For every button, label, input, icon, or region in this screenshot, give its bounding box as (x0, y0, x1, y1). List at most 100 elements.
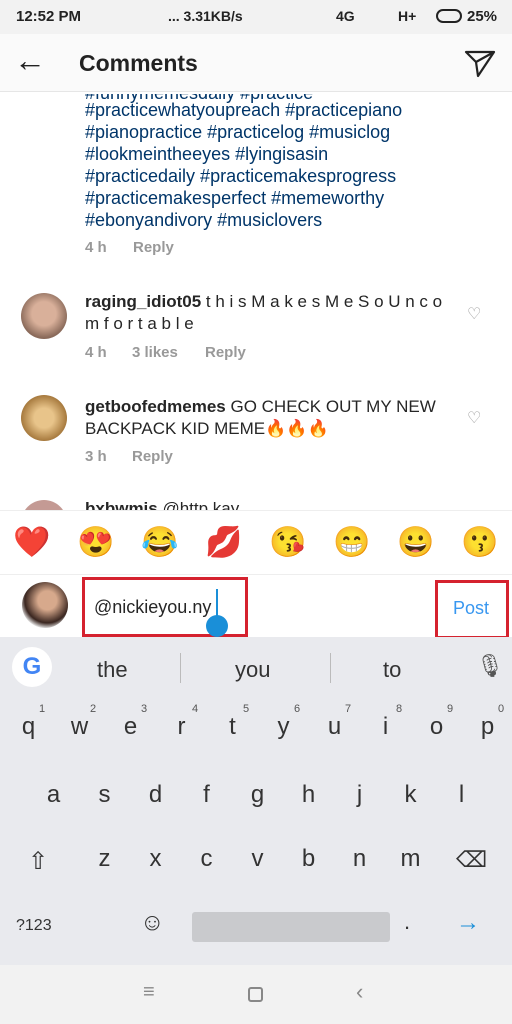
key-hint: 9 (447, 703, 454, 715)
key-t[interactable]: t (207, 713, 258, 741)
key-w[interactable]: w (54, 713, 105, 741)
key-m[interactable]: m (385, 845, 436, 873)
key-l[interactable]: l (436, 781, 487, 809)
comment-text: raging_idiot05 t h i s M a k e s M e S o… (85, 291, 455, 335)
hashtag-line[interactable]: #ebonyandivory #musiclovers (85, 209, 322, 231)
battery-level: 25% (467, 8, 498, 25)
avatar[interactable] (21, 500, 67, 510)
key-a[interactable]: a (28, 781, 79, 809)
period-key[interactable]: . (404, 909, 410, 935)
comment-time: 3 h (85, 448, 107, 465)
backspace-icon[interactable]: ⌫ (456, 847, 487, 873)
key-p[interactable]: p (462, 713, 512, 741)
emoji-heart-eyes[interactable]: 😍 (77, 525, 114, 560)
avatar[interactable] (21, 395, 67, 441)
space-bar[interactable] (192, 912, 390, 942)
page-title: Comments (79, 50, 198, 76)
key-b[interactable]: b (283, 845, 334, 873)
hashtag-line[interactable]: #lookmeintheeyes #lyingisasin (85, 143, 328, 165)
key-i[interactable]: i (360, 713, 411, 741)
emoji-kiss-lips[interactable]: 💋 (205, 525, 242, 560)
comment-body: @http.kay (157, 499, 240, 510)
emoji-key-icon[interactable]: ☺ (140, 909, 165, 937)
header: ← Comments (0, 34, 512, 92)
key-hint: 4 (192, 703, 199, 715)
user-avatar (22, 582, 68, 628)
comment-input-row: @nickieyou.ny Post (0, 575, 512, 639)
network-speed: ... 3.31KB/s (168, 8, 243, 24)
navigation-bar: ≡ ‹ (0, 965, 512, 1024)
username[interactable]: getboofedmemes (85, 397, 226, 416)
username[interactable]: bxbwmjs (85, 499, 158, 510)
username[interactable]: raging_idiot05 (85, 292, 201, 311)
reply-button[interactable]: Reply (132, 448, 173, 465)
microphone-icon[interactable]: 🎙 (476, 653, 504, 679)
comment-time: 4 h (85, 239, 107, 256)
emoji-grinning[interactable]: 😀 (397, 525, 434, 560)
key-o[interactable]: o (411, 713, 462, 741)
hashtag-line[interactable]: #practicemakesperfect #memeworthy (85, 187, 384, 209)
google-icon[interactable]: G (12, 647, 52, 687)
key-hint: 5 (243, 703, 250, 715)
key-e[interactable]: e (105, 713, 156, 741)
key-q[interactable]: q (3, 713, 54, 741)
key-hint: 3 (141, 703, 148, 715)
comment-text: getboofedmemes GO CHECK OUT MY NEW BACKP… (85, 396, 455, 440)
key-y[interactable]: y (258, 713, 309, 741)
key-c[interactable]: c (181, 845, 232, 873)
key-g[interactable]: g (232, 781, 283, 809)
key-j[interactable]: j (334, 781, 385, 809)
key-hint: 6 (294, 703, 301, 715)
symbols-key[interactable]: ?123 (16, 917, 52, 935)
cursor-handle[interactable] (206, 615, 228, 637)
shift-icon[interactable]: ⇧ (28, 847, 48, 876)
heart-outline-icon[interactable]: ♡ (467, 408, 481, 428)
reply-button[interactable]: Reply (133, 239, 174, 256)
key-x[interactable]: x (130, 845, 181, 873)
key-k[interactable]: k (385, 781, 436, 809)
comment-text: bxbwmjs @http.kay (85, 498, 455, 510)
key-r[interactable]: r (156, 713, 207, 741)
key-hint: 2 (90, 703, 97, 715)
key-hint: 1 (39, 703, 46, 715)
network-4g: 4G (336, 8, 355, 24)
emoji-kissing[interactable]: 😗 (461, 525, 498, 560)
back-icon[interactable]: ‹ (356, 979, 363, 1005)
suggestion[interactable]: the (97, 657, 128, 683)
key-s[interactable]: s (79, 781, 130, 809)
home-icon[interactable] (248, 987, 263, 1002)
comment-input[interactable]: @nickieyou.ny (94, 597, 211, 618)
reply-button[interactable]: Reply (205, 344, 246, 361)
emoji-blowing-kiss[interactable]: 😘 (269, 525, 306, 560)
key-hint: 8 (396, 703, 403, 715)
key-z[interactable]: z (79, 845, 130, 873)
avatar[interactable] (21, 293, 67, 339)
key-f[interactable]: f (181, 781, 232, 809)
post-button[interactable]: Post (453, 598, 489, 619)
likes-count[interactable]: 3 likes (132, 344, 178, 361)
hashtag-line[interactable]: #pianopractice #practicelog #musiclog (85, 121, 390, 143)
divider (330, 653, 331, 683)
emoji-grin[interactable]: 😁 (333, 525, 370, 560)
enter-arrow-icon[interactable]: → (456, 909, 480, 937)
comments-list[interactable]: #funnymemesdaily #practice #practicewhat… (0, 92, 512, 510)
hashtag-line[interactable]: #practicedaily #practicemakesprogress (85, 165, 396, 187)
comment-time: 4 h (85, 344, 107, 361)
network-hplus: H+ (398, 8, 417, 24)
key-v[interactable]: v (232, 845, 283, 873)
arrow-left-icon[interactable]: ← (14, 42, 46, 79)
emoji-tears-of-joy[interactable]: 😂 (141, 525, 178, 560)
key-d[interactable]: d (130, 781, 181, 809)
heart-outline-icon[interactable]: ♡ (467, 304, 481, 324)
key-n[interactable]: n (334, 845, 385, 873)
key-u[interactable]: u (309, 713, 360, 741)
hashtag-line[interactable]: #practicewhatyoupreach #practicepiano (85, 99, 402, 121)
emoji-heart[interactable]: ❤️ (13, 525, 50, 560)
suggestion[interactable]: to (383, 657, 401, 683)
paper-plane-icon[interactable] (464, 48, 496, 80)
emoji-quick-bar: ❤️ 😍 😂 💋 😘 😁 😀 😗 (0, 510, 512, 575)
key-h[interactable]: h (283, 781, 334, 809)
clock: 12:52 PM (16, 8, 82, 25)
menu-icon[interactable]: ≡ (143, 981, 155, 1004)
suggestion[interactable]: you (235, 657, 270, 683)
